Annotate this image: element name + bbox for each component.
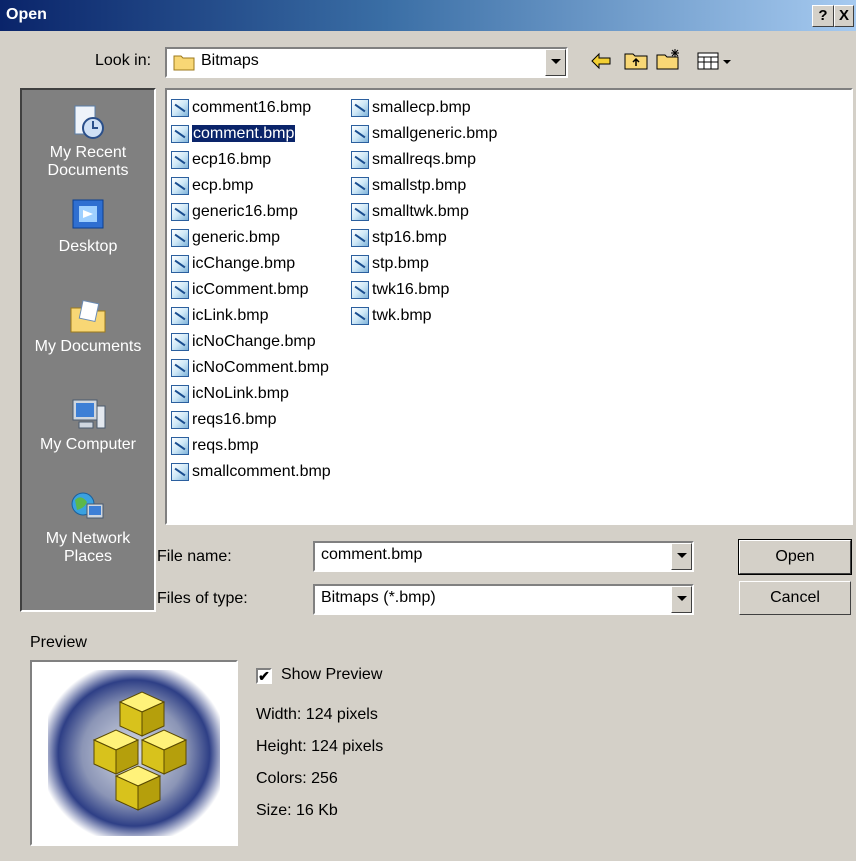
bitmap-file-icon — [351, 177, 369, 195]
bitmap-file-icon — [171, 229, 189, 247]
bitmap-file-icon — [171, 359, 189, 377]
help-button[interactable]: ? — [812, 5, 834, 27]
file-item[interactable]: stp.bmp — [351, 252, 429, 276]
file-item[interactable]: icNoLink.bmp — [171, 382, 289, 406]
window-title: Open — [6, 6, 47, 23]
bitmap-file-icon — [171, 255, 189, 273]
bitmap-file-icon — [171, 99, 189, 117]
file-item[interactable]: smallreqs.bmp — [351, 148, 476, 172]
place-label: My Documents — [34, 338, 142, 355]
look-in-combo[interactable]: Bitmaps — [165, 47, 568, 78]
look-in-label: Look in: — [95, 52, 152, 69]
file-item[interactable]: comment16.bmp — [171, 96, 311, 120]
look-in-dropdown-button[interactable] — [545, 49, 566, 76]
place-label: My Computer — [39, 436, 137, 453]
file-name-input[interactable]: comment.bmp — [313, 541, 694, 572]
file-type-label: Files of type: — [157, 590, 248, 607]
file-item[interactable]: icNoComment.bmp — [171, 356, 329, 380]
preview-image — [30, 660, 238, 846]
bitmap-file-icon — [171, 281, 189, 299]
bitmap-file-icon — [171, 411, 189, 429]
bitmap-file-icon — [351, 307, 369, 325]
close-button[interactable]: X — [834, 5, 854, 27]
file-item[interactable]: smalltwk.bmp — [351, 200, 469, 224]
file-item[interactable]: icComment.bmp — [171, 278, 308, 302]
my-documents-icon — [70, 299, 106, 333]
back-icon[interactable] — [590, 52, 612, 70]
place-label: My Network Places — [45, 530, 131, 565]
file-item[interactable]: smallstp.bmp — [351, 174, 466, 198]
file-name-label: File name: — [157, 548, 232, 565]
place-label: My Recent Documents — [47, 144, 129, 179]
bitmap-file-icon — [351, 255, 369, 273]
file-item[interactable]: smallecp.bmp — [351, 96, 471, 120]
recent-documents-icon — [74, 105, 104, 139]
bitmap-file-icon — [171, 307, 189, 325]
place-network-places[interactable]: My Network Places — [22, 490, 154, 566]
preview-height: Height: 124 pixels — [256, 738, 384, 755]
file-item[interactable]: smallgeneric.bmp — [351, 122, 497, 146]
folder-icon — [173, 55, 195, 71]
places-bar: My Recent Documents Desktop My Documents… — [20, 88, 156, 612]
file-item[interactable]: twk16.bmp — [351, 278, 449, 302]
place-label: Desktop — [58, 238, 118, 255]
network-places-icon — [71, 492, 104, 519]
file-name-dropdown-button[interactable] — [671, 543, 692, 570]
place-desktop[interactable]: Desktop — [22, 198, 154, 256]
file-item[interactable]: ecp.bmp — [171, 174, 253, 198]
file-name-value: comment.bmp — [321, 546, 423, 563]
show-preview-checkbox[interactable]: ✔ — [256, 668, 272, 684]
file-item-selected[interactable]: comment.bmp — [171, 122, 297, 146]
file-item[interactable]: ecp16.bmp — [171, 148, 271, 172]
file-item[interactable]: reqs.bmp — [171, 434, 259, 458]
file-type-value: Bitmaps (*.bmp) — [321, 589, 436, 606]
bitmap-file-icon — [171, 125, 189, 143]
cancel-button[interactable]: Cancel — [739, 581, 851, 615]
file-item[interactable]: generic16.bmp — [171, 200, 298, 224]
bitmap-file-icon — [171, 463, 189, 481]
view-menu-icon[interactable] — [697, 52, 735, 70]
open-button[interactable]: Open — [738, 539, 852, 575]
bitmap-file-icon — [351, 281, 369, 299]
place-my-documents[interactable]: My Documents — [22, 298, 154, 356]
look-in-value: Bitmaps — [201, 52, 259, 69]
bitmap-file-icon — [351, 229, 369, 247]
bitmap-file-icon — [171, 333, 189, 351]
cubes-preview-icon — [48, 670, 220, 836]
place-recent-documents[interactable]: My Recent Documents — [22, 104, 154, 180]
bitmap-file-icon — [351, 203, 369, 221]
file-item[interactable]: stp16.bmp — [351, 226, 447, 250]
bitmap-file-icon — [351, 99, 369, 117]
show-preview-label: Show Preview — [281, 666, 383, 683]
preview-colors: Colors: 256 — [256, 770, 338, 787]
file-item[interactable]: smallcomment.bmp — [171, 460, 331, 484]
desktop-icon — [72, 199, 104, 229]
bitmap-file-icon — [351, 125, 369, 143]
bitmap-file-icon — [171, 385, 189, 403]
preview-width: Width: 124 pixels — [256, 706, 378, 723]
preview-label: Preview — [30, 634, 87, 651]
bitmap-file-icon — [351, 151, 369, 169]
title-bar: Open ? X — [0, 0, 856, 31]
file-item[interactable]: generic.bmp — [171, 226, 280, 250]
my-computer-icon — [72, 399, 106, 429]
file-item[interactable]: reqs16.bmp — [171, 408, 277, 432]
new-folder-icon[interactable] — [656, 48, 682, 70]
bitmap-file-icon — [171, 437, 189, 455]
file-type-select[interactable]: Bitmaps (*.bmp) — [313, 584, 694, 615]
file-list[interactable]: comment16.bmp comment.bmp ecp16.bmp ecp.… — [165, 88, 853, 525]
file-type-dropdown-button[interactable] — [671, 586, 692, 613]
file-item[interactable]: twk.bmp — [351, 304, 432, 328]
bitmap-file-icon — [171, 203, 189, 221]
preview-size: Size: 16 Kb — [256, 802, 338, 819]
bitmap-file-icon — [171, 151, 189, 169]
up-folder-icon[interactable] — [624, 50, 648, 70]
file-item[interactable]: icLink.bmp — [171, 304, 268, 328]
place-my-computer[interactable]: My Computer — [22, 396, 154, 454]
bitmap-file-icon — [171, 177, 189, 195]
file-item[interactable]: icChange.bmp — [171, 252, 295, 276]
file-item[interactable]: icNoChange.bmp — [171, 330, 316, 354]
